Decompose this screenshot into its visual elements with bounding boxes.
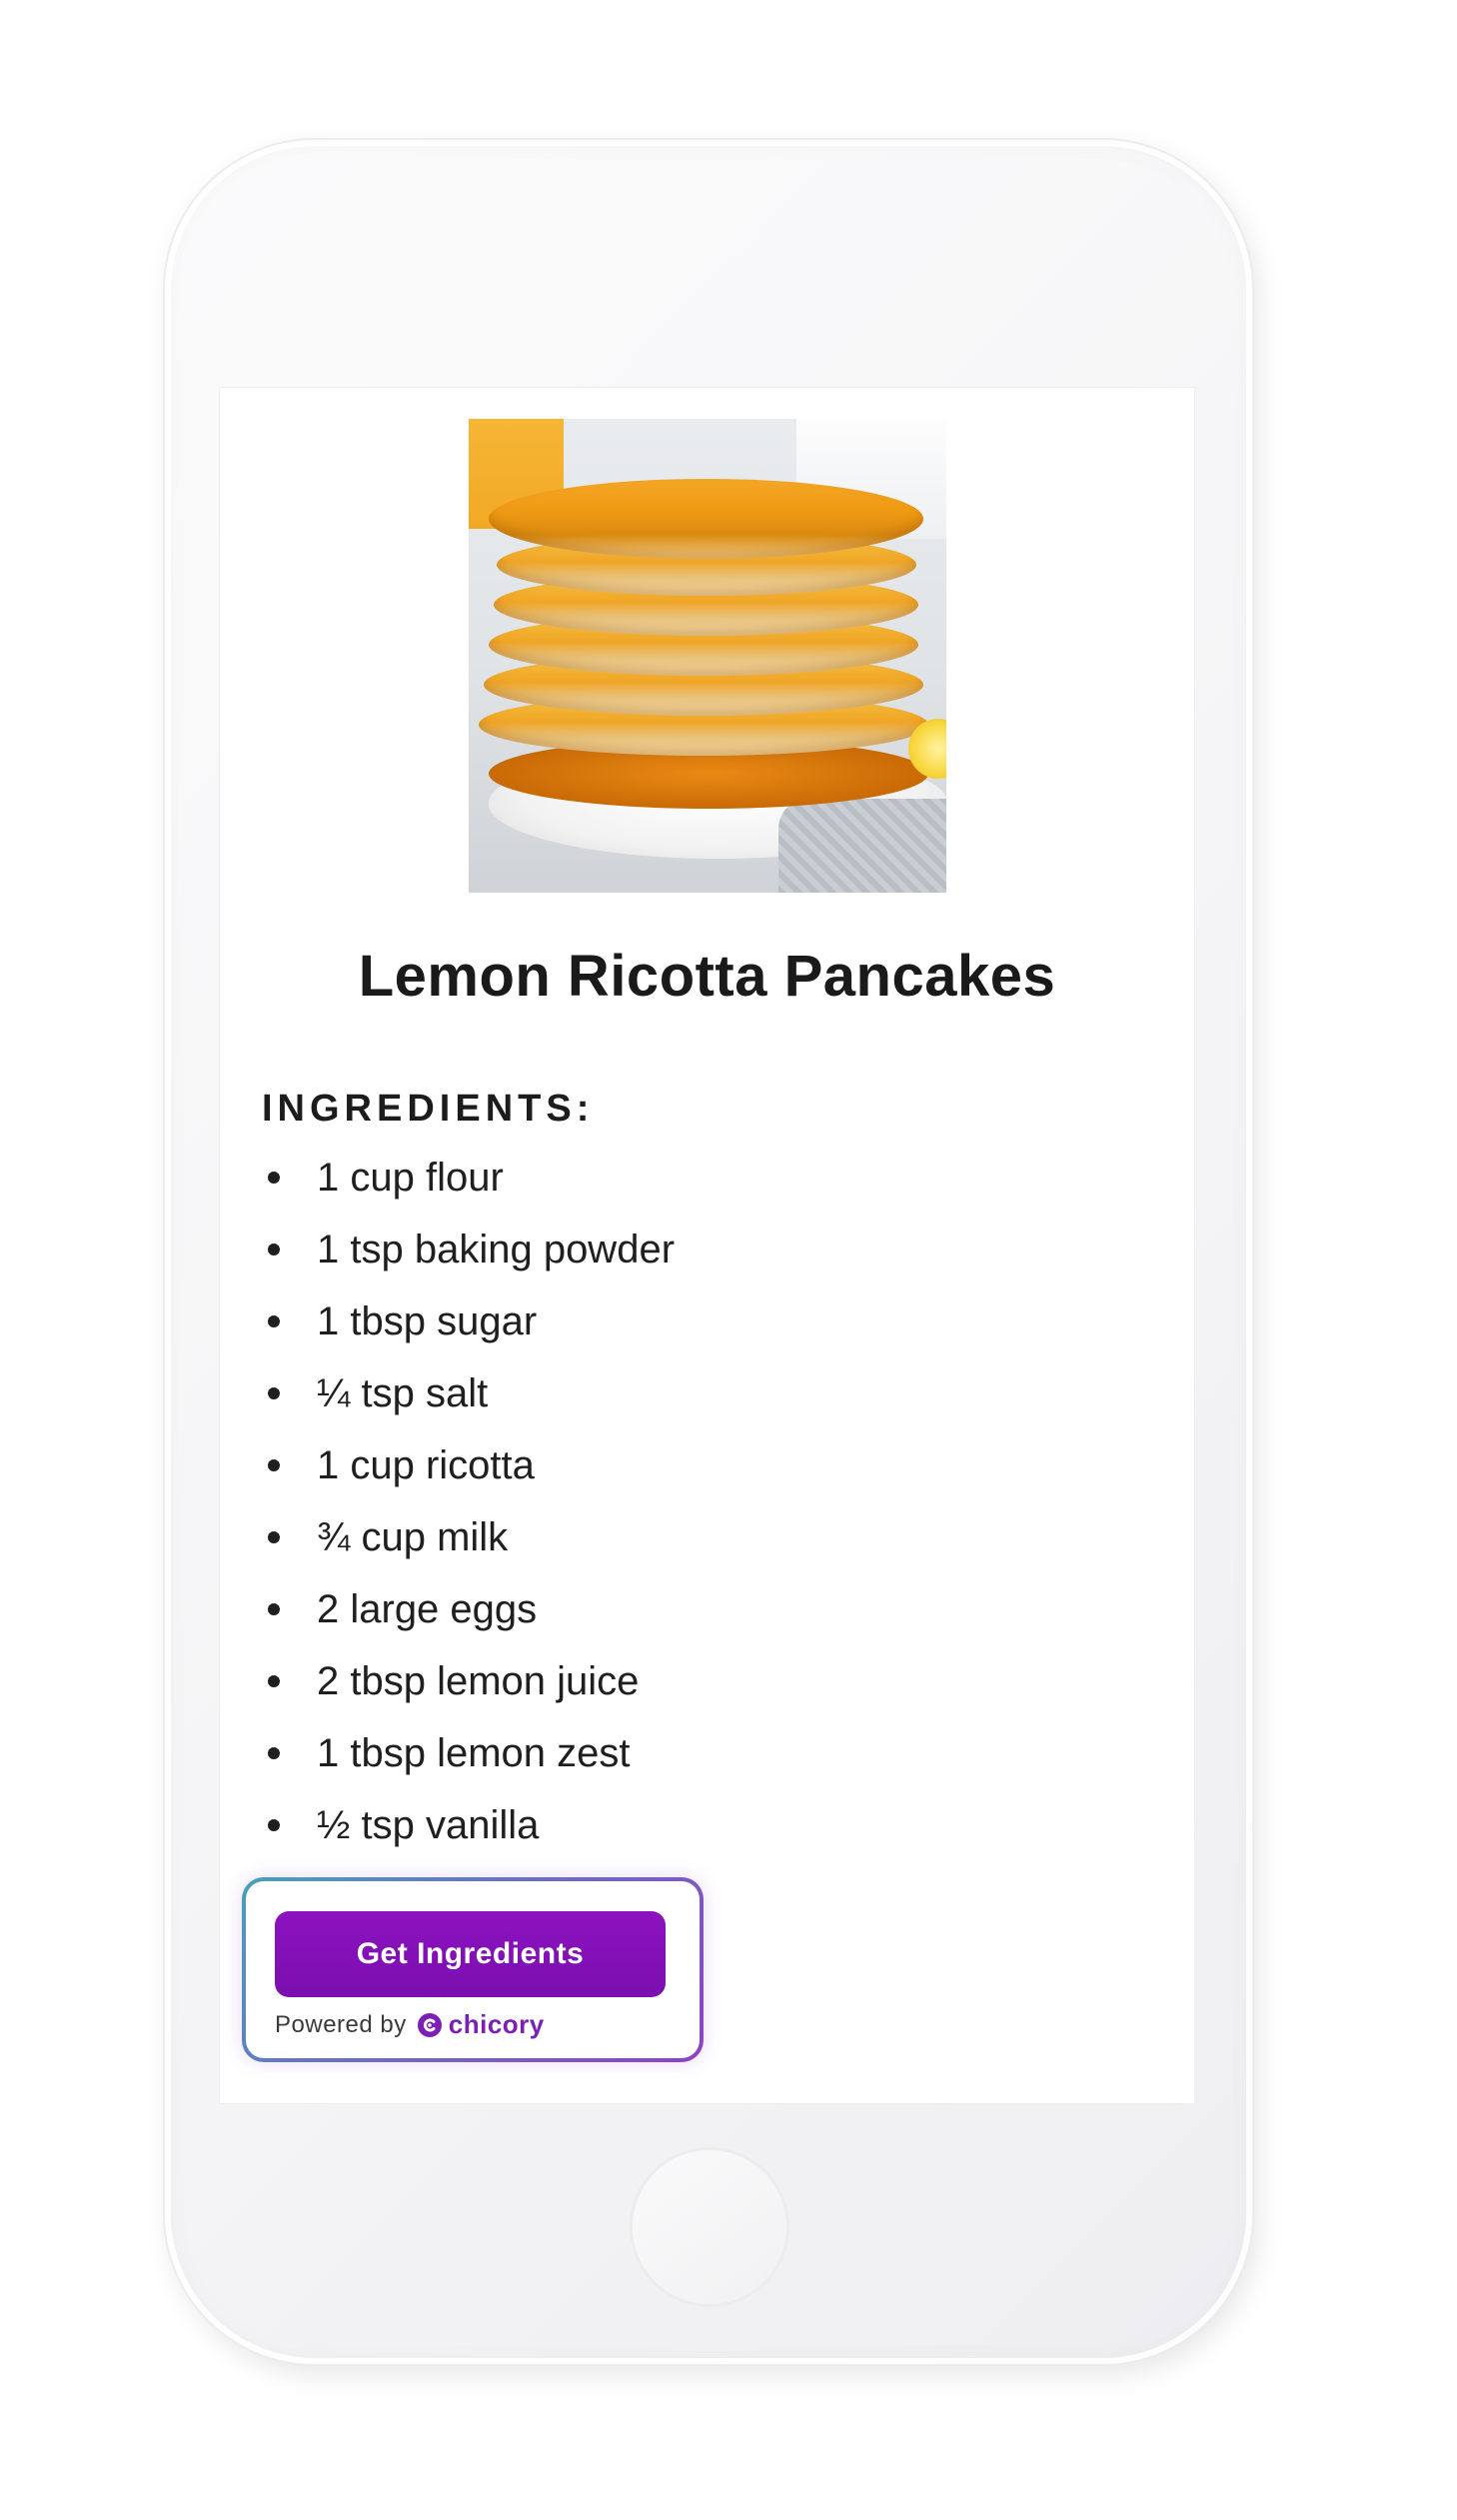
napkin (778, 799, 946, 893)
get-ingredients-button[interactable]: Get Ingredients (275, 1911, 666, 1997)
chicory-widget: Get Ingredients Powered by chicory (242, 1877, 704, 2062)
pancake-top (489, 479, 923, 559)
ingredient-text: 1 tbsp lemon zest (317, 1731, 631, 1775)
ingredient-text: 2 large eggs (317, 1587, 538, 1631)
home-button[interactable] (630, 2147, 789, 2307)
ingredient-item: 1 cup ricotta (262, 1435, 675, 1507)
bullet-icon (268, 1244, 280, 1256)
bullet-icon (268, 1172, 280, 1184)
ingredients-list: 1 cup flour 1 tsp baking powder 1 tbsp s… (262, 1148, 675, 1867)
bullet-icon (268, 1387, 280, 1399)
ingredient-item: 1 tbsp lemon zest (262, 1723, 675, 1795)
bullet-icon (268, 1675, 280, 1687)
stage: Lemon Ricotta Pancakes INGREDIENTS: 1 cu… (0, 0, 1457, 2520)
ingredient-item: ¼ tsp salt (262, 1363, 675, 1435)
recipe-title: Lemon Ricotta Pancakes (358, 944, 1056, 1009)
widget-body: Get Ingredients Powered by chicory (246, 1881, 700, 2058)
ingredient-item: 2 large eggs (262, 1579, 675, 1651)
ingredient-item: ½ tsp vanilla (262, 1795, 675, 1867)
chicory-logo-link[interactable]: chicory (417, 2009, 545, 2040)
ingredient-text: ¾ cup milk (317, 1515, 509, 1559)
powered-by-label: Powered by (275, 2010, 407, 2038)
bullet-icon (268, 1459, 280, 1471)
phone-screen: Lemon Ricotta Pancakes INGREDIENTS: 1 cu… (220, 388, 1194, 2103)
ingredient-text: 1 tbsp sugar (317, 1299, 538, 1343)
bullet-icon (268, 1531, 280, 1543)
ingredient-item: ¾ cup milk (262, 1507, 675, 1579)
ingredient-text: 1 tsp baking powder (317, 1228, 676, 1271)
ingredient-item: 2 tbsp lemon juice (262, 1651, 675, 1723)
chicory-brand-text: chicory (448, 2009, 545, 2039)
ingredient-text: 1 cup ricotta (317, 1443, 535, 1487)
ingredient-text: ½ tsp vanilla (317, 1803, 540, 1847)
ingredients-heading: INGREDIENTS: (262, 1088, 595, 1130)
bullet-icon (268, 1315, 280, 1327)
bullet-icon (268, 1819, 280, 1831)
bullet-icon (268, 1603, 280, 1615)
ingredient-item: 1 cup flour (262, 1148, 675, 1220)
ingredient-text: 2 tbsp lemon juice (317, 1659, 640, 1703)
chicory-logo-icon (417, 2012, 442, 2037)
bullet-icon (268, 1747, 280, 1759)
recipe-photo (469, 419, 946, 893)
ingredient-text: 1 cup flour (317, 1156, 504, 1200)
ingredient-item: 1 tbsp sugar (262, 1291, 675, 1363)
powered-by: Powered by chicory (275, 2009, 545, 2040)
ingredient-item: 1 tsp baking powder (262, 1220, 675, 1291)
ingredient-text: ¼ tsp salt (317, 1371, 489, 1415)
